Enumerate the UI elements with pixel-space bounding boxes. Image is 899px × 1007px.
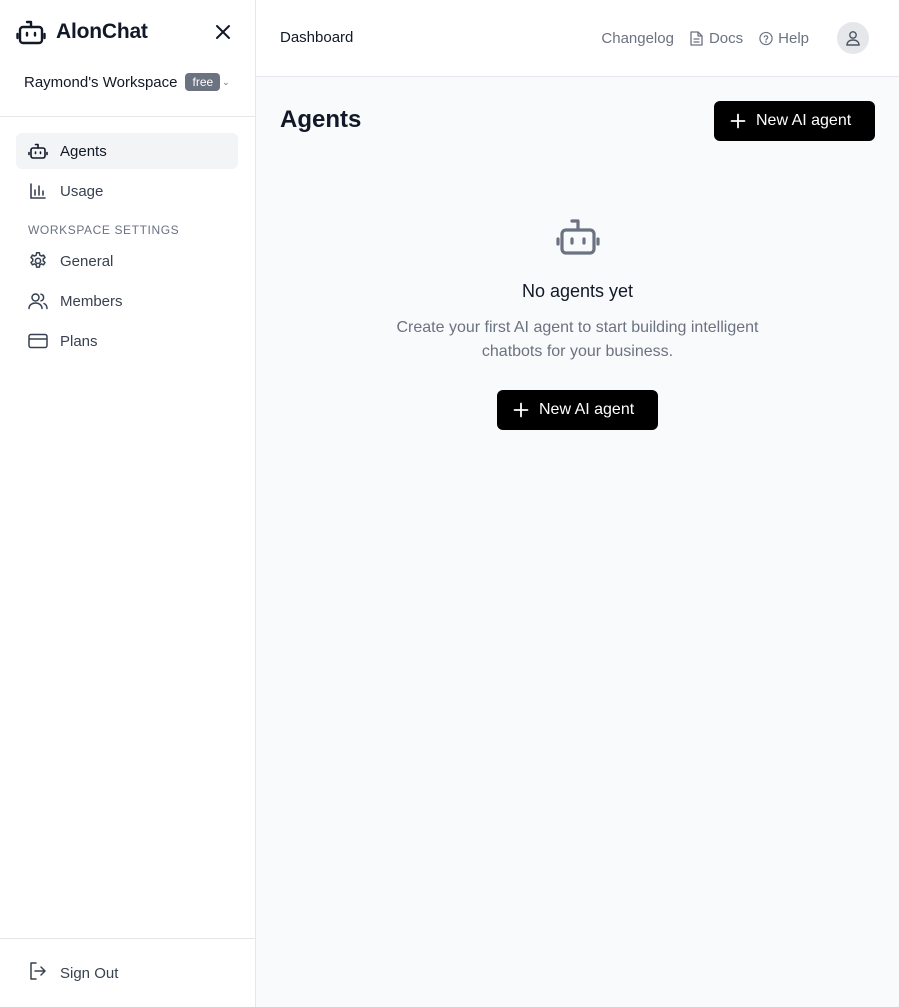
- help-link[interactable]: Help: [759, 30, 809, 47]
- changelog-label: Changelog: [601, 29, 674, 47]
- plus-icon: [730, 113, 746, 129]
- close-icon: [216, 25, 230, 39]
- sign-out-icon: [28, 961, 48, 986]
- sidebar-item-label: Plans: [60, 332, 98, 350]
- sidebar-item-label: Members: [60, 292, 123, 310]
- new-ai-agent-label: New AI agent: [756, 112, 852, 129]
- brand-name: AlonChat: [56, 20, 148, 43]
- app: AlonChat Raymond's Workspace free ⌄ Agen…: [0, 0, 899, 1007]
- bar-chart-icon: [28, 181, 48, 201]
- sign-out-label: Sign Out: [60, 964, 119, 982]
- sidebar-item-label: Agents: [60, 142, 107, 160]
- empty-state-description: Create your first AI agent to start buil…: [396, 319, 759, 360]
- close-sidebar-button[interactable]: [211, 20, 235, 44]
- docs-label: Docs: [708, 29, 744, 47]
- section-title: WORKSPACE SETTINGS: [28, 223, 180, 237]
- new-ai-agent-button[interactable]: New AI agent: [714, 101, 875, 141]
- new-ai-agent-label: New AI agent: [539, 401, 635, 418]
- top-links: Changelog Docs Help: [601, 22, 869, 54]
- divider: [0, 938, 255, 939]
- sidebar-item-usage[interactable]: Usage: [16, 173, 238, 209]
- page-title: Agents: [280, 106, 362, 133]
- topbar: Dashboard Changelog Docs Help: [256, 0, 899, 77]
- user-icon: [846, 31, 860, 46]
- divider: [0, 116, 255, 117]
- plus-icon: [513, 402, 529, 418]
- sidebar-item-plans[interactable]: Plans: [16, 323, 238, 359]
- robot-icon: [555, 217, 600, 257]
- plan-badge: free: [185, 73, 221, 91]
- help-label: Help: [778, 29, 809, 47]
- sidebar-item-general[interactable]: General: [16, 243, 238, 279]
- help-circle-icon: [759, 31, 773, 45]
- sidebar-item-members[interactable]: Members: [16, 283, 238, 319]
- breadcrumb-dashboard[interactable]: Dashboard: [280, 29, 353, 46]
- chevron-down-icon: ⌄: [222, 76, 230, 87]
- workspace-switcher[interactable]: Raymond's Workspace free ⌄: [24, 70, 231, 94]
- workspace-name: Raymond's Workspace: [24, 73, 178, 91]
- sidebar-item-agents[interactable]: Agents: [16, 133, 238, 169]
- sidebar-item-label: Usage: [60, 182, 104, 200]
- users-icon: [28, 291, 48, 311]
- sidebar-item-label: General: [60, 252, 114, 270]
- main-content: Dashboard Changelog Docs Help Agents New…: [256, 0, 899, 1007]
- sign-out-button[interactable]: Sign Out: [16, 955, 238, 991]
- brand: AlonChat: [16, 18, 239, 46]
- document-icon: [690, 30, 704, 46]
- changelog-link[interactable]: Changelog: [601, 30, 674, 47]
- sidebar: AlonChat Raymond's Workspace free ⌄ Agen…: [0, 0, 256, 1007]
- empty-state-title: No agents yet: [521, 281, 634, 301]
- robot-icon: [28, 141, 48, 161]
- sidebar-nav: Agents Usage WORKSPACE SETTINGS General …: [16, 133, 238, 363]
- gear-icon: [28, 251, 48, 271]
- user-avatar-button[interactable]: [837, 22, 869, 54]
- robot-icon: [16, 18, 46, 46]
- empty-state: No agents yet Create your first AI agent…: [256, 217, 899, 430]
- new-ai-agent-empty-button[interactable]: New AI agent: [497, 390, 658, 430]
- docs-link[interactable]: Docs: [690, 30, 743, 47]
- credit-card-icon: [28, 331, 48, 351]
